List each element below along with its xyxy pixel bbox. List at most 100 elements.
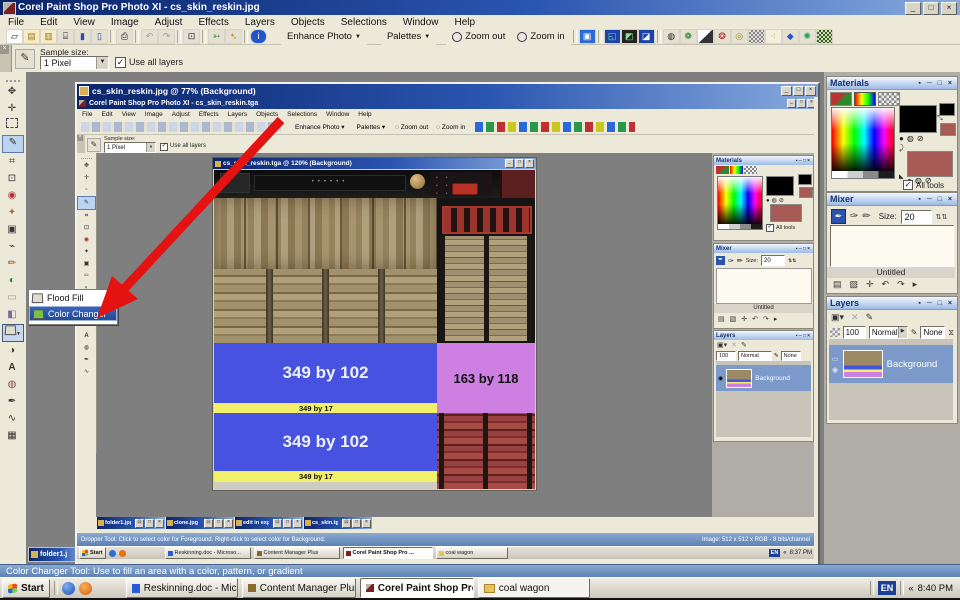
maximize-icon[interactable]: □ [793,86,804,96]
tools-grip[interactable] [6,74,20,82]
menu-item-flood-fill[interactable]: Flood Fill [29,290,117,306]
mixer-brush-icon[interactable]: ✏ [862,211,870,222]
depth-icon[interactable]: ◆ [782,29,799,44]
close-icon[interactable]: × [805,86,816,96]
send-icon[interactable]: ➳ [208,29,225,44]
link-icon[interactable]: ⧖ [948,328,954,338]
menu-item-color-changer[interactable]: Color Changer [29,306,117,321]
rainbow-tab-icon[interactable] [854,92,876,106]
layer-opacity[interactable]: 100 [843,326,866,339]
new-icon[interactable]: ▱ [6,29,23,44]
dropper-presets-icon[interactable]: ✎ [15,49,35,69]
options-grip[interactable]: × [0,45,12,72]
style-buttons-icons[interactable]: ●◍⊘ [899,134,927,143]
fit-window-icon[interactable]: ▣ [579,29,596,44]
redo-icon[interactable]: ↷ [158,29,175,44]
browse-icon[interactable]: ▥ [40,29,57,44]
texture-icon[interactable] [816,29,833,44]
mixer-knife2-icon[interactable]: ✑ [850,211,858,222]
menu-view[interactable]: View [65,17,103,28]
swap-colors-icon[interactable]: ⤡ [937,115,943,123]
undo-icon[interactable]: ↶ [141,29,158,44]
close-icon[interactable]: × [941,2,957,15]
save-as-icon[interactable]: ▯ [91,29,108,44]
quick-launch-browser-icon[interactable] [62,582,75,595]
lock-mode[interactable]: None [920,326,945,339]
delete-layer-icon[interactable]: ✕ [851,312,859,323]
mixer-size-value[interactable]: 20 [901,210,932,224]
sunshine-icon[interactable]: ✺ [799,29,816,44]
capture-icon[interactable]: ➴ [225,29,242,44]
enhance-photo-button[interactable]: Enhance Photo▼ [281,28,367,45]
dropper-tool[interactable]: ✎ [2,135,24,153]
text-tool[interactable]: A [2,360,22,376]
blend-mode-select[interactable]: Normal▶ [869,326,908,339]
color-replacer-tool[interactable]: ◐ [2,273,22,289]
visibility-icons[interactable]: ▭◉ [832,355,839,374]
preset-shape-tool[interactable]: ◍ [2,377,22,393]
flood-fill-tool[interactable]: ▼ [2,324,24,342]
background-swatch[interactable] [907,151,953,177]
tray-chevron-icon[interactable]: « [908,583,913,594]
mixer-buttons-icons[interactable]: ▤▧✛↶↷▸ [833,279,925,290]
foreground-swatch[interactable] [899,105,937,133]
menu-file[interactable]: File [0,17,32,28]
image-window[interactable]: cs_skin_reskin.tga @ 120% (Background) _… [212,157,537,491]
swap-properties-icon[interactable]: ⤸ [899,143,904,153]
sample-size-select[interactable]: 1 Pixel ▼ [40,56,109,70]
document-canvas[interactable]: Corel Paint Shop Pro Photo XI - cs_skin_… [77,97,814,559]
mixer-spinner-icons[interactable]: ⇅⇅ [936,213,948,221]
open-icon[interactable]: ▤ [23,29,40,44]
menu-help[interactable]: Help [446,17,483,28]
taskbar-task-coal-wagon[interactable]: coal wagon [478,578,590,598]
use-all-layers-checkbox[interactable]: ✓ [115,57,126,68]
clone-tool[interactable]: ▣ [2,222,22,238]
language-indicator[interactable]: EN [878,581,897,595]
edit-selection-icon[interactable]: ✎ [866,312,874,323]
taskbar-task-reskinning[interactable]: Reskinning.doc - Microso... [126,578,238,598]
menu-adjust[interactable]: Adjust [147,17,191,28]
mixer-title-bar[interactable]: Mixer▪ ─ □ × [827,193,957,206]
all-tools-checkbox[interactable]: ✓ [903,180,913,190]
color-balance-icon[interactable]: ❁ [680,29,697,44]
save-icon[interactable]: ▮ [74,29,91,44]
pick-tool[interactable]: ⊡ [2,171,22,187]
menu-edit[interactable]: Edit [32,17,65,28]
soften-icon[interactable]: ⁖ [765,29,782,44]
lighten-darken-tool[interactable]: ◑ [2,343,22,359]
red-eye-tool[interactable]: ◉ [2,188,22,204]
paint-brush-tool[interactable]: ✏ [2,256,22,272]
photo-fix-icon[interactable]: ◍ [663,29,680,44]
taskbar-task-content-manager[interactable]: Content Manager Plus [242,578,356,598]
gray-strip[interactable] [831,171,895,179]
preview-icon[interactable]: ◪ [638,29,655,44]
new-layer-icon[interactable]: ▣▾ [831,312,844,323]
start-button[interactable]: Start [2,579,50,598]
document-window[interactable]: cs_skin_reskin.jpg @ 77% (Background) _ … [75,82,820,566]
zoom-out-button[interactable]: Zoom out [446,28,511,45]
selection-tool[interactable] [2,118,22,134]
mixer-canvas[interactable] [830,225,954,267]
print-icon[interactable]: ⎙ [116,29,133,44]
color-picker[interactable] [831,107,895,173]
full-screen-icon[interactable]: ◩ [621,29,638,44]
eraser-tool[interactable]: ▭ [2,290,22,306]
menu-image[interactable]: Image [103,17,147,28]
layers-title-bar[interactable]: Layers▪ ─ □ × [827,297,957,310]
pick-icon[interactable]: ⊡ [183,29,200,44]
background-color-mini[interactable] [940,123,956,136]
taskbar-task-corel[interactable]: Corel Paint Shop Pro ... [360,578,474,598]
pen-tool[interactable]: ✒ [2,394,22,410]
transparent-icon[interactable]: ◣ [899,173,904,180]
pattern-icon[interactable] [748,29,765,44]
pan-tool[interactable]: ✥ [2,84,22,100]
sharpen-icon[interactable]: ◎ [731,29,748,44]
quick-launch-firefox-icon[interactable] [79,582,92,595]
mixer-knife-icon[interactable]: ✒ [831,209,846,224]
saturation-icon[interactable]: ❂ [714,29,731,44]
menu-window[interactable]: Window [395,17,447,28]
menu-objects[interactable]: Objects [283,17,333,28]
layer-row-background[interactable]: ▭◉ Background [829,345,953,383]
minimize-icon[interactable]: _ [905,2,921,15]
contrast-icon[interactable] [697,29,714,44]
